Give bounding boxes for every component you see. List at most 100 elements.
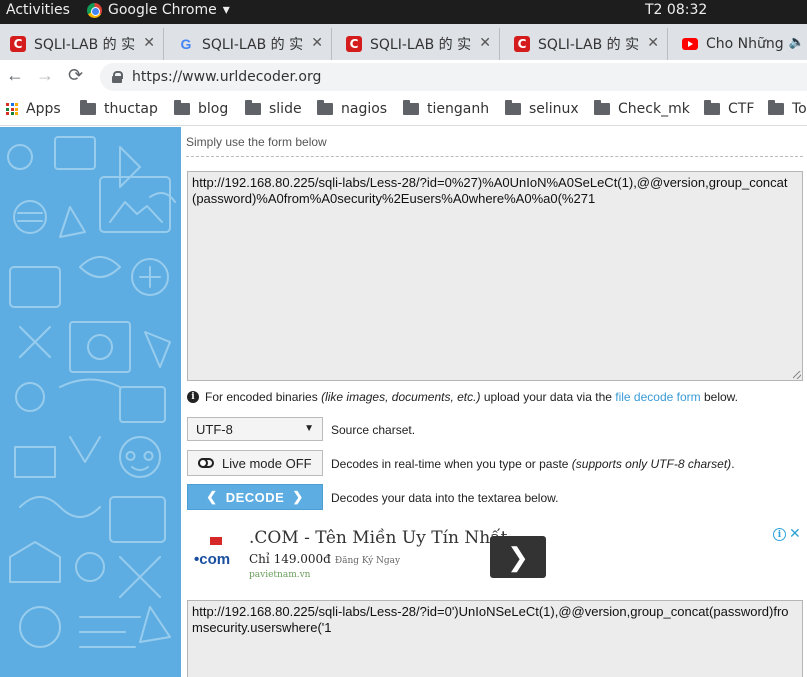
- folder-icon: [317, 100, 333, 115]
- flag-icon: [210, 537, 222, 545]
- decoded-output-textarea[interactable]: http://192.168.80.225/sqli-labs/Less-28/…: [187, 600, 803, 677]
- resize-handle-icon[interactable]: [793, 371, 801, 379]
- tab-title: SQLI-LAB 的 实: [538, 37, 640, 53]
- ad-price: Chỉ 149.000đ Đăng Ký Ngay: [249, 552, 401, 566]
- url-text[interactable]: https://www.urldecoder.org: [132, 69, 321, 85]
- browser-toolbar: ← → ⟳ https://www.urldecoder.org: [0, 60, 807, 94]
- tab-title: SQLI-LAB 的 实: [370, 37, 472, 53]
- decoded-output-text: http://192.168.80.225/sqli-labs/Less-28/…: [192, 604, 789, 635]
- decode-description: Decodes your data into the textarea belo…: [331, 491, 559, 505]
- pavietnam-logo: •com: [194, 537, 238, 577]
- bookmark-folder[interactable]: To: [768, 100, 807, 117]
- browser-tab[interactable]: G SQLI-LAB 的 实 ✕: [168, 28, 332, 60]
- google-favicon-icon: G: [180, 36, 192, 52]
- bookmark-label: tienganh: [427, 101, 490, 117]
- web-page: Simply use the form below http://192.168…: [0, 127, 807, 677]
- apps-grid-icon: [6, 103, 18, 115]
- ad-close-icon[interactable]: ✕: [789, 525, 801, 542]
- bookmark-folder[interactable]: tienganh: [403, 100, 490, 117]
- bookmark-label: Check_mk: [618, 101, 690, 117]
- folder-icon: [505, 100, 521, 115]
- close-icon[interactable]: ✕: [647, 35, 659, 51]
- bookmark-label: thuctap: [104, 101, 158, 117]
- browser-tab[interactable]: Cho Những 🔈: [672, 28, 807, 60]
- forward-arrow-icon[interactable]: →: [36, 65, 54, 86]
- lock-icon[interactable]: [112, 71, 123, 83]
- folder-icon: [594, 100, 610, 115]
- advertisement[interactable]: •com .COM - Tên Miền Uy Tín Nhất Chỉ 149…: [186, 525, 807, 589]
- bookmark-folder[interactable]: slide: [245, 100, 302, 117]
- app-menu[interactable]: Google Chrome ▾: [87, 2, 230, 18]
- bookmark-label: slide: [269, 101, 302, 117]
- live-mode-description: Decodes in real-time when you type or pa…: [331, 457, 735, 471]
- charset-label: Source charset.: [331, 423, 416, 437]
- decode-button[interactable]: ❮ DECODE ❯: [187, 484, 323, 510]
- bookmark-folder[interactable]: CTF: [704, 100, 755, 117]
- browser-tab[interactable]: C SQLI-LAB 的 实 ✕: [504, 28, 668, 60]
- decorative-sidebar: [0, 127, 181, 677]
- main-content: Simply use the form below http://192.168…: [186, 127, 807, 677]
- youtube-favicon-icon: [682, 36, 698, 52]
- live-mode-label: Live mode OFF: [222, 455, 312, 471]
- note-text: For encoded binaries: [205, 390, 322, 404]
- chevron-right-icon: ❯: [292, 489, 304, 504]
- file-decode-form-link[interactable]: file decode form: [615, 390, 700, 404]
- note-text: below.: [700, 390, 738, 404]
- ad-go-button[interactable]: ❯: [490, 536, 546, 578]
- close-icon[interactable]: ✕: [311, 35, 323, 51]
- bookmark-label: nagios: [341, 101, 388, 117]
- bookmark-label: To: [792, 101, 807, 117]
- chrome-icon: [87, 2, 102, 18]
- tab-title: Cho Những: [706, 36, 784, 52]
- encoded-input-text: http://192.168.80.225/sqli-labs/Less-28/…: [192, 175, 788, 206]
- sqli-favicon-icon: C: [514, 36, 530, 52]
- bookmark-label: blog: [198, 101, 229, 117]
- bookmarks-bar: Apps thuctap blog slide nagios tienganh …: [0, 94, 807, 126]
- charset-value: UTF-8: [196, 422, 233, 437]
- app-name: Google Chrome: [108, 2, 217, 18]
- bookmark-folder[interactable]: Check_mk: [594, 100, 690, 117]
- adchoices-info-icon[interactable]: i: [773, 528, 786, 541]
- charset-select[interactable]: UTF-8 ▼: [187, 417, 323, 441]
- toggle-off-icon: [198, 458, 214, 468]
- ad-domain: pavietnam.vn: [249, 570, 311, 580]
- tab-title: SQLI-LAB 的 实: [34, 37, 136, 53]
- folder-icon: [245, 100, 261, 115]
- bookmark-folder[interactable]: thuctap: [80, 100, 158, 117]
- address-bar[interactable]: https://www.urldecoder.org: [100, 63, 807, 91]
- speaker-icon[interactable]: 🔈: [789, 35, 805, 50]
- bookmark-apps[interactable]: Apps: [6, 101, 61, 117]
- folder-icon: [768, 100, 784, 115]
- info-icon: i: [187, 391, 199, 403]
- live-mode-toggle[interactable]: Live mode OFF: [187, 450, 323, 476]
- dropdown-arrow-icon: ▼: [304, 423, 314, 434]
- browser-tab[interactable]: C SQLI-LAB 的 实 ✕: [336, 28, 500, 60]
- encoded-input-textarea[interactable]: http://192.168.80.225/sqli-labs/Less-28/…: [187, 171, 803, 381]
- browser-tab[interactable]: C SQLI-LAB 的 实 ✕: [0, 28, 164, 60]
- bookmark-label: CTF: [728, 101, 755, 117]
- close-icon[interactable]: ✕: [479, 35, 491, 51]
- binary-upload-note: i For encoded binaries (like images, doc…: [187, 390, 738, 404]
- bookmark-label: selinux: [529, 101, 579, 117]
- divider: [186, 156, 803, 157]
- close-icon[interactable]: ✕: [143, 35, 155, 51]
- folder-icon: [403, 100, 419, 115]
- bookmark-label: Apps: [26, 101, 61, 117]
- reload-icon[interactable]: ⟳: [68, 65, 83, 86]
- ad-title[interactable]: .COM - Tên Miền Uy Tín Nhất: [249, 528, 507, 548]
- folder-icon: [174, 100, 190, 115]
- folder-icon: [80, 100, 96, 115]
- tab-strip: C SQLI-LAB 的 实 ✕ G SQLI-LAB 的 实 ✕ C SQLI…: [0, 24, 807, 60]
- clock[interactable]: T2 08:32: [645, 2, 707, 18]
- doodle-pattern-icon: [7, 136, 176, 648]
- decode-label: DECODE: [225, 489, 285, 505]
- chevron-down-icon: ▾: [222, 2, 230, 18]
- note-italic: (like images, documents, etc.): [321, 390, 481, 404]
- activities-button[interactable]: Activities: [6, 2, 70, 18]
- back-arrow-icon[interactable]: ←: [6, 65, 24, 86]
- bookmark-folder[interactable]: selinux: [505, 100, 579, 117]
- bookmark-folder[interactable]: nagios: [317, 100, 388, 117]
- sqli-favicon-icon: C: [10, 36, 26, 52]
- tab-title: SQLI-LAB 的 实: [202, 37, 304, 53]
- bookmark-folder[interactable]: blog: [174, 100, 229, 117]
